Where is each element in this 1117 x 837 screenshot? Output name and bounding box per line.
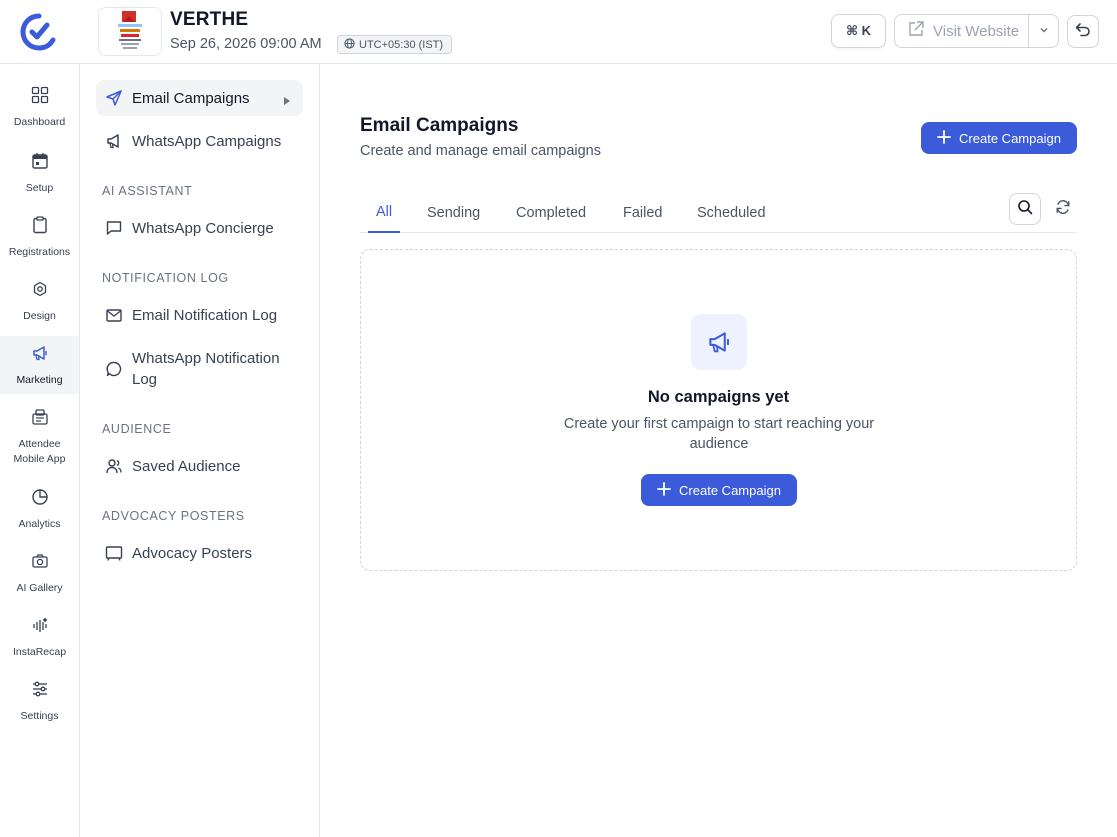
rail-item-label: Analytics bbox=[18, 518, 61, 530]
subnav-item-label: Email Campaigns bbox=[132, 89, 250, 107]
rail-item-label: Attendee Mobile App bbox=[13, 438, 66, 465]
rail-item-analytics[interactable]: Analytics bbox=[0, 488, 79, 538]
rail-item-label: Dashboard bbox=[13, 116, 66, 128]
app-icon bbox=[31, 408, 49, 437]
visit-website-dropdown[interactable] bbox=[1028, 15, 1058, 47]
rail-item-ai-gallery[interactable]: AI Gallery bbox=[0, 552, 79, 602]
top-bar: VERTHE Sep 26, 2026 09:00 AM UTC+05:30 (… bbox=[0, 0, 1117, 64]
rail-item-instarecap[interactable]: InstaRecap bbox=[0, 616, 79, 666]
rail-item-label: AI Gallery bbox=[16, 582, 63, 594]
subnav-item-saved-audience[interactable]: Saved Audience bbox=[96, 448, 303, 484]
tab-all[interactable]: All bbox=[368, 193, 401, 233]
mail-icon bbox=[104, 306, 124, 324]
rail-item-settings[interactable]: Settings bbox=[0, 680, 79, 730]
marketing-subnav: Email Campaigns WhatsApp Campaigns AI AS… bbox=[80, 64, 320, 837]
rail-item-label: InstaRecap bbox=[12, 646, 67, 658]
chevron-down-icon bbox=[1039, 22, 1049, 40]
settings-hex-icon bbox=[31, 280, 49, 309]
section-heading-audience: AUDIENCE bbox=[102, 422, 172, 436]
create-campaign-label: Create Campaign bbox=[959, 130, 1061, 146]
visit-website-button-group: Visit Website bbox=[894, 14, 1059, 48]
event-name: VERTHE bbox=[170, 9, 249, 30]
event-thumbnail[interactable] bbox=[98, 7, 162, 56]
caret-right-icon bbox=[283, 93, 291, 110]
subnav-item-whatsapp-campaigns[interactable]: WhatsApp Campaigns bbox=[96, 123, 303, 159]
empty-state-title: No campaigns yet bbox=[647, 388, 790, 406]
rail-item-marketing[interactable]: Marketing bbox=[0, 336, 79, 394]
megaphone-icon bbox=[691, 314, 747, 370]
subnav-item-label: Saved Audience bbox=[132, 457, 241, 475]
poster-icon bbox=[104, 544, 124, 562]
timezone-label: UTC+05:30 (IST) bbox=[359, 38, 444, 51]
empty-state-card: No campaigns yet Create your first campa… bbox=[360, 249, 1077, 571]
subnav-item-email-campaigns[interactable]: Email Campaigns bbox=[96, 80, 303, 116]
subnav-item-whatsapp-notification-log[interactable]: WhatsApp Notification Log bbox=[96, 344, 303, 394]
tab-sending[interactable]: Sending bbox=[419, 193, 488, 233]
message-square-icon bbox=[104, 219, 124, 237]
subnav-item-email-notification-log[interactable]: Email Notification Log bbox=[96, 297, 303, 333]
megaphone-icon bbox=[31, 344, 49, 373]
rail-item-dashboard[interactable]: Dashboard bbox=[0, 86, 79, 136]
section-heading-notification-log: NOTIFICATION LOG bbox=[102, 271, 229, 285]
visit-website-label: Visit Website bbox=[933, 22, 1020, 40]
create-campaign-label: Create Campaign bbox=[679, 482, 781, 498]
subnav-item-label: WhatsApp Concierge bbox=[132, 219, 274, 237]
search-button[interactable] bbox=[1009, 193, 1041, 225]
sound-wave-icon bbox=[31, 616, 49, 645]
rail-item-label: Settings bbox=[20, 710, 59, 722]
rail-item-attendee-mobile-app[interactable]: Attendee Mobile App bbox=[0, 408, 79, 466]
refresh-button[interactable] bbox=[1047, 193, 1079, 225]
send-icon bbox=[104, 89, 124, 107]
event-date: Sep 26, 2026 09:00 AM bbox=[170, 36, 322, 52]
tab-completed[interactable]: Completed bbox=[508, 193, 594, 233]
pie-chart-icon bbox=[31, 488, 49, 517]
icon-rail: Dashboard Setup Registrations Design Mar… bbox=[0, 64, 80, 837]
app-logo-icon[interactable] bbox=[18, 12, 60, 52]
subnav-item-label: WhatsApp Notification Log bbox=[132, 350, 280, 388]
timezone-badge: UTC+05:30 (IST) bbox=[337, 35, 453, 54]
globe-icon bbox=[344, 37, 355, 52]
camera-icon bbox=[31, 552, 49, 581]
subnav-item-label: Advocacy Posters bbox=[132, 544, 253, 562]
users-icon bbox=[104, 457, 124, 475]
empty-state-description: Create your first campaign to start reac… bbox=[563, 416, 875, 452]
grid-icon bbox=[31, 86, 49, 115]
undo-button[interactable] bbox=[1067, 15, 1099, 48]
campaign-status-tabs: All Sending Completed Failed Scheduled bbox=[360, 193, 1077, 233]
section-heading-ai-assistant: AI ASSISTANT bbox=[102, 184, 193, 198]
rail-item-label: Registrations bbox=[8, 246, 71, 258]
empty-state-create-campaign-button[interactable]: Create Campaign bbox=[641, 474, 797, 506]
subnav-item-advocacy-posters[interactable]: Advocacy Posters bbox=[96, 535, 303, 571]
rail-item-design[interactable]: Design bbox=[0, 280, 79, 330]
refresh-icon bbox=[1055, 199, 1071, 220]
chat-bubble-icon bbox=[104, 360, 124, 378]
external-link-icon bbox=[907, 20, 925, 42]
undo-icon bbox=[1074, 20, 1092, 43]
subnav-item-label: WhatsApp Campaigns bbox=[132, 132, 282, 150]
rail-item-label: Marketing bbox=[16, 374, 63, 386]
rail-item-label: Setup bbox=[25, 182, 54, 194]
plus-icon bbox=[937, 129, 951, 147]
page-subtitle: Create and manage email campaigns bbox=[360, 143, 601, 159]
visit-website-button[interactable]: Visit Website bbox=[895, 20, 1028, 42]
tab-scheduled[interactable]: Scheduled bbox=[689, 193, 774, 233]
section-heading-advocacy-posters: ADVOCACY POSTERS bbox=[102, 509, 245, 523]
plus-icon bbox=[657, 481, 671, 499]
subnav-item-whatsapp-concierge[interactable]: WhatsApp Concierge bbox=[96, 210, 303, 246]
rail-item-label: Design bbox=[23, 310, 56, 322]
subnav-item-label: Email Notification Log bbox=[132, 306, 278, 324]
rail-item-registrations[interactable]: Registrations bbox=[0, 216, 79, 266]
search-icon bbox=[1017, 199, 1033, 220]
tab-failed[interactable]: Failed bbox=[615, 193, 671, 233]
calendar-icon bbox=[31, 152, 49, 181]
create-campaign-button[interactable]: Create Campaign bbox=[921, 122, 1077, 154]
megaphone-icon bbox=[104, 132, 124, 150]
clipboard-icon bbox=[31, 216, 49, 245]
page-title: Email Campaigns bbox=[360, 115, 519, 136]
sliders-icon bbox=[31, 680, 49, 709]
rail-item-setup[interactable]: Setup bbox=[0, 152, 79, 202]
command-palette-button[interactable]: ⌘ K bbox=[831, 14, 886, 48]
